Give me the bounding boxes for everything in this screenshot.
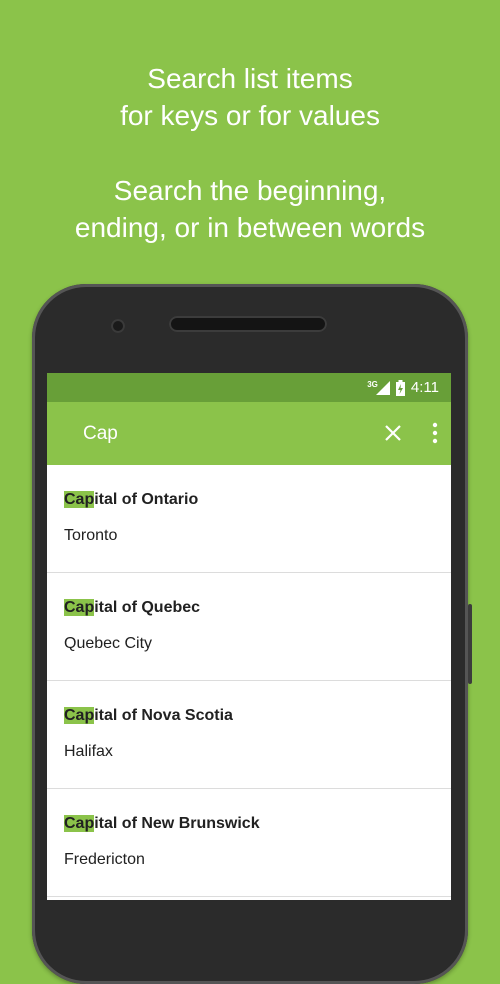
- item-key: Capital of New Brunswick: [64, 815, 260, 833]
- camera: [111, 319, 125, 333]
- more-vert-icon[interactable]: [427, 421, 443, 445]
- item-key: Capital of Ontario: [64, 491, 198, 509]
- match-highlight: Cap: [64, 599, 95, 616]
- list-item[interactable]: Capital of Ontario Toronto: [47, 465, 451, 573]
- close-icon[interactable]: [381, 421, 405, 445]
- match-highlight: Cap: [64, 707, 95, 724]
- promo-line: Search list items: [147, 63, 353, 94]
- item-key-rest: ital of New Brunswick: [94, 815, 260, 832]
- match-highlight: Cap: [64, 491, 95, 508]
- item-key-rest: ital of Quebec: [94, 599, 201, 616]
- item-key-rest: ital of Nova Scotia: [94, 707, 233, 724]
- promo-line: Search the beginning,: [113, 175, 387, 206]
- item-value: Toronto: [64, 527, 118, 544]
- search-input[interactable]: Cap: [83, 402, 118, 465]
- item-key-rest: ital of Ontario: [94, 491, 199, 508]
- status-bar: 3G 4:11: [47, 373, 451, 402]
- promo-text: Search list items for keys or for values…: [0, 60, 500, 246]
- match-highlight: Cap: [64, 815, 95, 832]
- battery-charging-icon: [395, 379, 405, 396]
- phone-screen: 3G 4:11 Cap Capital of Ontario Toronto C…: [47, 373, 451, 900]
- search-toolbar: Cap: [47, 402, 451, 465]
- status-time: 4:11: [410, 379, 439, 396]
- promo-line: ending, or in between words: [74, 212, 426, 243]
- item-value: Fredericton: [64, 851, 145, 868]
- results-list: Capital of Ontario Toronto Capital of Qu…: [47, 465, 451, 897]
- item-value: Halifax: [64, 743, 113, 760]
- list-item[interactable]: Capital of New Brunswick Fredericton: [47, 789, 451, 897]
- promo-line: for keys or for values: [120, 100, 380, 131]
- signal-icon: [375, 380, 390, 395]
- item-key: Capital of Quebec: [64, 599, 200, 617]
- item-value: Quebec City: [64, 635, 153, 652]
- speaker-grille: [169, 316, 327, 332]
- phone-side-button: [468, 604, 472, 684]
- list-item[interactable]: Capital of Quebec Quebec City: [47, 573, 451, 681]
- item-key: Capital of Nova Scotia: [64, 707, 233, 725]
- list-item[interactable]: Capital of Nova Scotia Halifax: [47, 681, 451, 789]
